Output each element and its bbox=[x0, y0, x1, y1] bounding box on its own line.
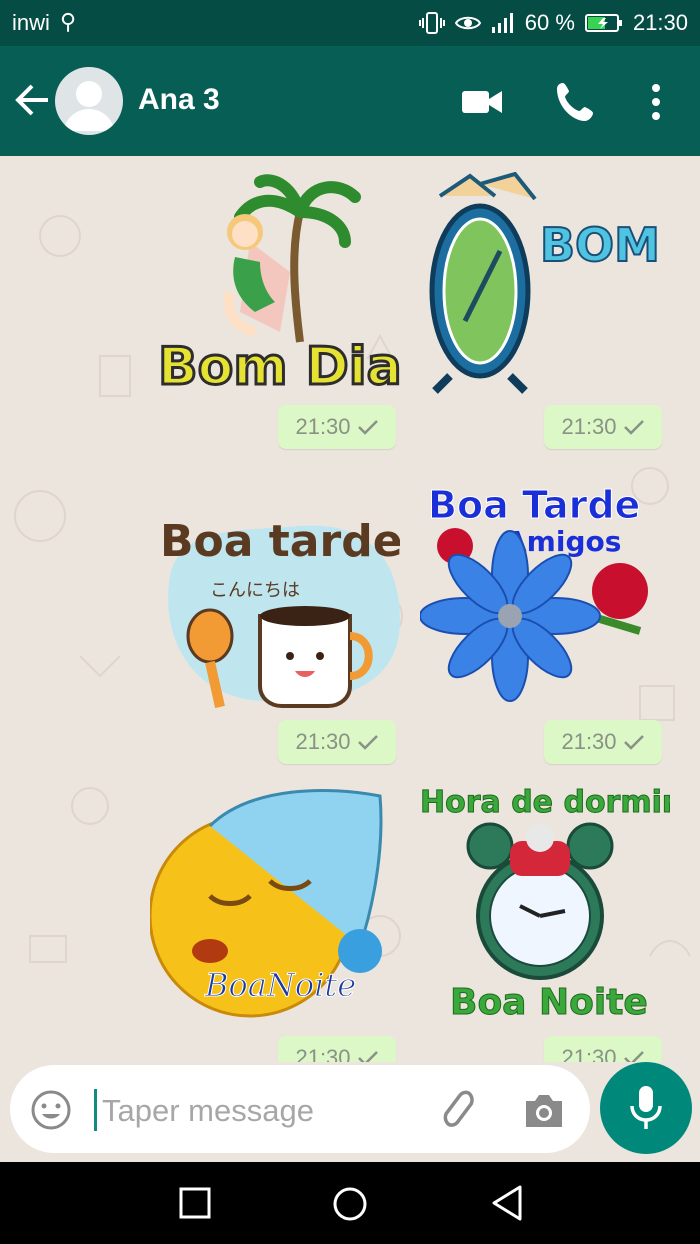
time-label: 21:30 bbox=[561, 729, 617, 754]
voice-record-button[interactable] bbox=[600, 1062, 692, 1154]
sticker-text: Bom Dia bbox=[158, 337, 400, 397]
microphone-icon bbox=[630, 1086, 662, 1129]
message-timestamp: 21:30 bbox=[544, 720, 662, 764]
paperclip-icon[interactable] bbox=[435, 1089, 479, 1133]
avatar[interactable] bbox=[55, 67, 123, 135]
sticker-text: Boa Tarde bbox=[428, 483, 640, 527]
emoji-icon[interactable] bbox=[30, 1089, 72, 1131]
message-timestamp: 21:30 bbox=[278, 405, 396, 449]
recents-icon[interactable] bbox=[178, 1186, 212, 1220]
camera-icon[interactable] bbox=[522, 1089, 566, 1133]
system-nav-bar bbox=[0, 1162, 700, 1244]
sticker-boa-tarde-amigos[interactable]: Boa Tarde Amigos bbox=[420, 476, 670, 716]
usb-icon: ⚲ bbox=[60, 9, 77, 34]
check-icon bbox=[623, 420, 644, 435]
sticker-boa-noite-emoji[interactable]: BoaNoite bbox=[150, 786, 400, 1026]
sticker-text: Hora de dormir bbox=[420, 786, 670, 820]
message-input[interactable]: Taper message bbox=[102, 1093, 314, 1129]
eye-icon bbox=[454, 16, 481, 30]
message-timestamp: 21:30 bbox=[544, 405, 662, 449]
vibrate-icon bbox=[418, 12, 445, 34]
back-nav-icon[interactable] bbox=[490, 1184, 524, 1222]
check-icon bbox=[357, 420, 378, 435]
check-icon bbox=[357, 1051, 378, 1062]
home-icon[interactable] bbox=[332, 1186, 368, 1222]
check-icon bbox=[623, 735, 644, 750]
time-label: 21:30 bbox=[295, 414, 351, 439]
sticker-hora-de-dormir[interactable]: Hora de dormir Boa Noite bbox=[420, 786, 670, 1026]
time-label: 21:30 bbox=[295, 1045, 351, 1062]
sticker-text: BoaNoite bbox=[204, 966, 356, 1004]
message-timestamp: 21:30 bbox=[278, 1036, 396, 1062]
sticker-text: BOM DIA bbox=[540, 218, 670, 272]
time-label: 21:30 bbox=[561, 1045, 617, 1062]
clock: 21:30 bbox=[632, 10, 688, 35]
status-icons: 60 % 21:30 bbox=[418, 10, 688, 36]
battery-percent: 60 % bbox=[524, 10, 575, 35]
check-icon bbox=[623, 1051, 644, 1062]
more-vert-icon[interactable] bbox=[634, 80, 678, 124]
check-icon bbox=[357, 735, 378, 750]
battery-charging-icon bbox=[584, 14, 622, 32]
message-composer: Taper message bbox=[0, 1062, 700, 1162]
contact-name[interactable]: Ana 3 bbox=[138, 83, 220, 117]
arrow-left-icon[interactable] bbox=[14, 82, 50, 118]
sticker-text: Boa tarde bbox=[160, 516, 400, 567]
phone-icon[interactable] bbox=[554, 80, 598, 124]
signal-icon bbox=[491, 13, 513, 33]
sticker-bom-dia-beach[interactable]: Bom Dia bbox=[150, 162, 400, 402]
sticker-bom-dia-clock[interactable]: BOM DIA bbox=[420, 166, 670, 406]
sticker-subtext: こんにちは bbox=[210, 580, 300, 601]
status-bar: inwi ⚲ 60 % 21:30 bbox=[0, 0, 700, 46]
text-caret bbox=[94, 1089, 97, 1131]
sticker-subtext: Boa Noite bbox=[450, 982, 648, 1023]
message-timestamp: 21:30 bbox=[278, 720, 396, 764]
message-input-container[interactable]: Taper message bbox=[10, 1065, 590, 1153]
time-label: 21:30 bbox=[295, 729, 351, 754]
sticker-boa-tarde-coffee[interactable]: Boa tarde こんにちは bbox=[150, 486, 400, 726]
time-label: 21:30 bbox=[561, 414, 617, 439]
chat-area[interactable]: Bom Dia 21:30 BOM DIA 21:30 Boa tarde こん… bbox=[0, 156, 700, 1062]
carrier-label: inwi bbox=[12, 10, 50, 35]
video-call-icon[interactable] bbox=[460, 80, 504, 124]
message-timestamp: 21:30 bbox=[544, 1036, 662, 1062]
chat-header: Ana 3 bbox=[0, 46, 700, 156]
